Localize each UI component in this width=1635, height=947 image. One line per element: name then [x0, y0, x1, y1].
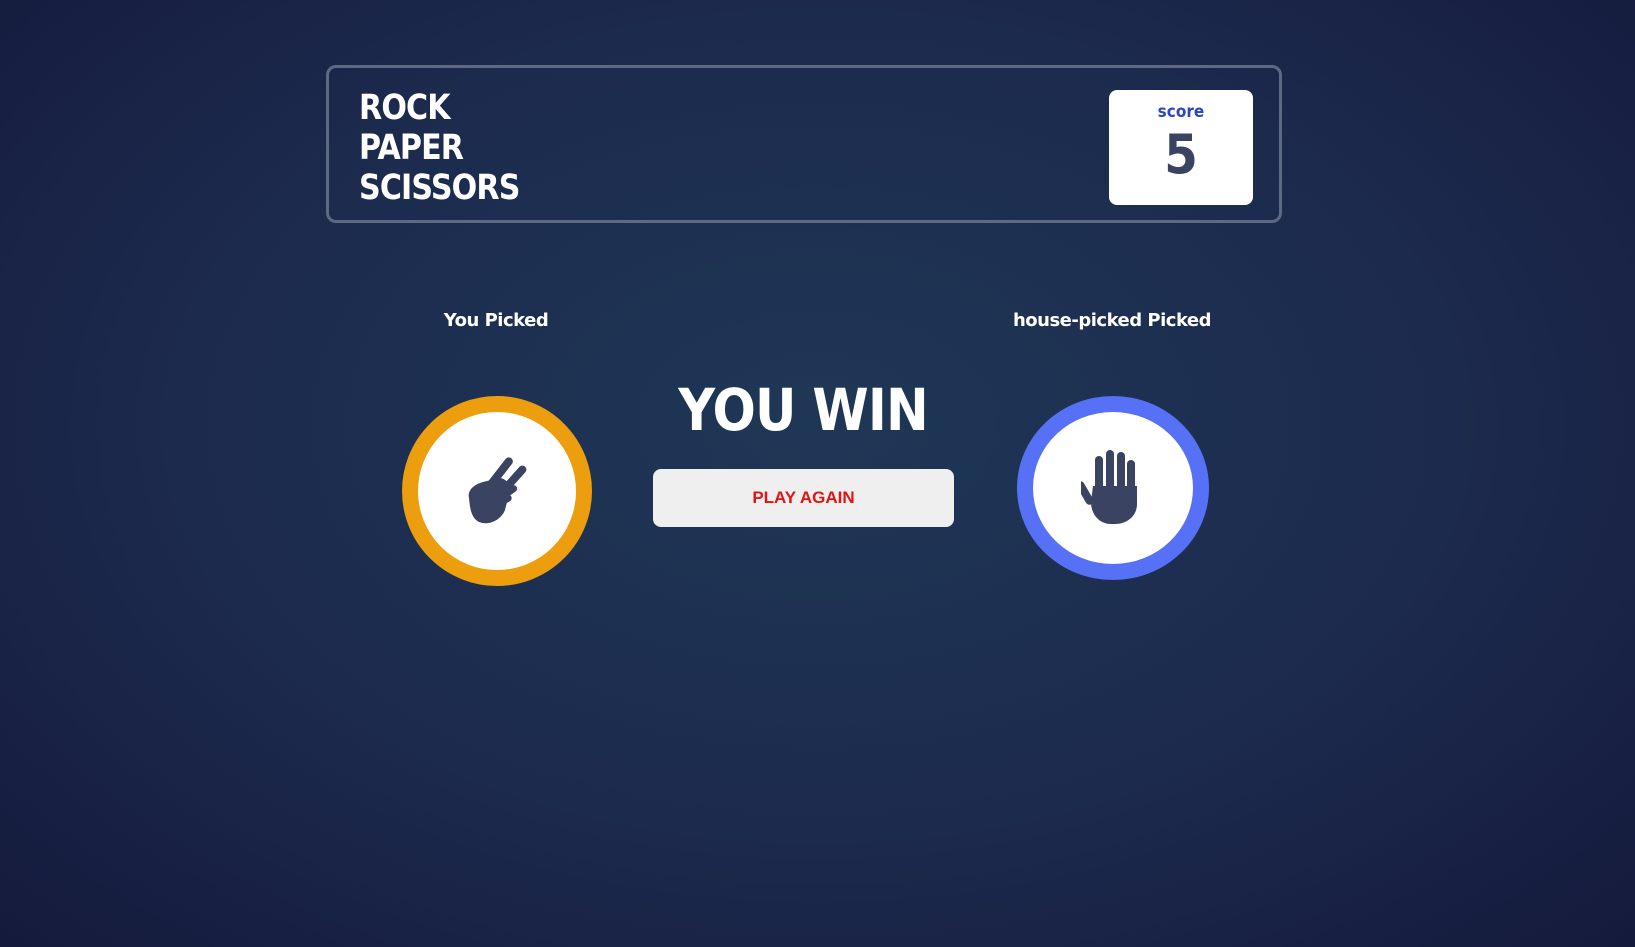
- score-label: score: [1157, 102, 1205, 122]
- paper-hand-icon: [1081, 450, 1137, 524]
- game-header: ROCK PAPER SCISSORS score 5: [326, 65, 1282, 223]
- result-text: YOU WIN: [678, 376, 928, 444]
- house-paper-token: [1017, 396, 1209, 580]
- score-value: 5: [1164, 123, 1198, 186]
- play-again-button[interactable]: PLAY AGAIN: [653, 469, 954, 527]
- player-scissors-token: [402, 396, 592, 586]
- title-line-paper: PAPER: [359, 128, 464, 168]
- title-line-rock: ROCK: [359, 88, 451, 128]
- score-box: score 5: [1109, 90, 1253, 205]
- house-pick-label: house-picked Picked: [1012, 310, 1212, 331]
- game-title: ROCK PAPER SCISSORS: [359, 88, 520, 208]
- scissors-hand-icon: [468, 457, 527, 524]
- player-pick-label: You Picked: [443, 310, 549, 331]
- title-line-scissors: SCISSORS: [359, 168, 520, 208]
